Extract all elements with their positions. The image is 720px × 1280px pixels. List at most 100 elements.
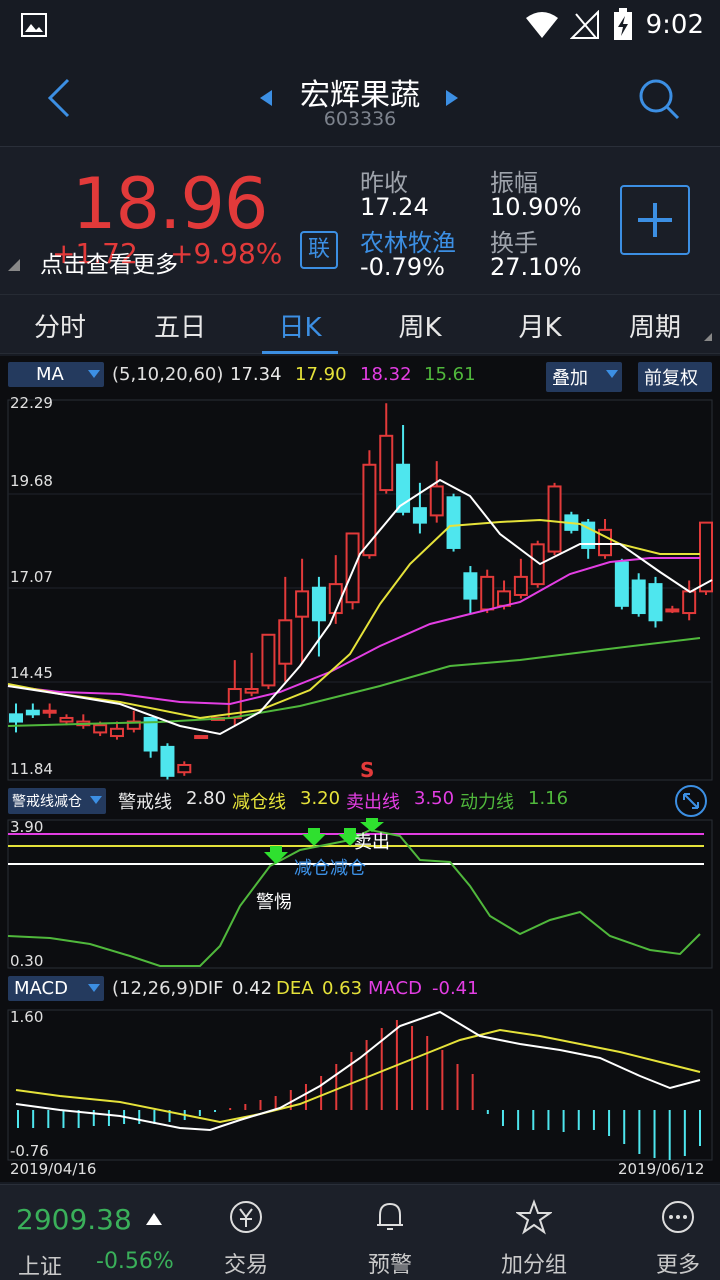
adjust-button[interactable]: 前复权 [638, 362, 712, 392]
overlay-dropdown-icon [606, 370, 618, 378]
sell-label: 卖出线 [346, 792, 400, 813]
macd-value: -0.41 [432, 978, 479, 999]
ma5-line [7, 478, 713, 736]
ma10-value: 17.90 [295, 364, 347, 385]
candlestick-chart[interactable] [0, 394, 720, 782]
candle-body [682, 590, 697, 615]
ma60-value: 15.61 [424, 364, 476, 385]
candle-body [42, 709, 57, 714]
candle-body [547, 485, 562, 553]
date-start: 2019/04/16 [10, 1160, 97, 1178]
overlay-button-label: 叠加 [552, 368, 588, 389]
power-label: 动力线 [460, 792, 514, 813]
macd-chart[interactable] [0, 1006, 720, 1162]
axis-label-top: 22.29 [10, 394, 53, 412]
tab-weekly-k[interactable]: 周K [370, 307, 470, 344]
reduce-note: 减仓减仓 [294, 858, 366, 879]
macd-dropdown-icon [88, 984, 100, 992]
status-time: 9:02 [645, 10, 704, 40]
candle-body [429, 485, 444, 517]
warn-selector-label: 警戒线减仓 [12, 794, 82, 810]
candle-body [497, 590, 512, 607]
tab-intraday[interactable]: 分时 [10, 307, 110, 344]
tab-daily-k[interactable]: 日K [250, 307, 350, 344]
candle-body [480, 575, 495, 611]
alert-button[interactable]: 预警 [340, 1199, 440, 1280]
date-end: 2019/06/12 [618, 1160, 705, 1178]
tab-period[interactable]: 周期 [605, 307, 705, 344]
axis-label-2: 19.68 [10, 472, 53, 490]
macd-histogram [17, 1020, 701, 1160]
candle-body [648, 583, 663, 622]
quote-panel[interactable]: 18.96 +1.72 +9.98% 点击查看更多 联 昨收 17.24 农林牧… [0, 146, 720, 294]
stock-code: 603336 [323, 108, 397, 130]
reduce-label: 减仓线 [232, 792, 286, 813]
ma-selector-label: MA [36, 364, 64, 385]
alert-label: 预警 [367, 1253, 412, 1278]
reduce-value: 3.20 [300, 788, 341, 809]
sell-signal: S [360, 758, 375, 782]
trade-button[interactable]: 交易 [196, 1199, 296, 1280]
candle-body [177, 763, 192, 774]
candle-body [463, 572, 478, 600]
next-stock-icon[interactable] [444, 88, 460, 108]
warn-value: 2.80 [186, 788, 227, 809]
overlay-tip[interactable]: 点击查看更多 [40, 245, 178, 279]
status-bar: 9:02 [0, 0, 720, 52]
trade-label: 交易 [223, 1253, 268, 1278]
ma-params: (5,10,20,60) [112, 364, 224, 385]
candle-body [9, 713, 23, 723]
candle-body [530, 543, 545, 586]
more-button[interactable]: 更多 [618, 1199, 718, 1280]
sell-note: 卖出 [354, 832, 390, 853]
chart-area[interactable]: MA (5,10,20,60) 17.34 17.90 18.32 15.61 … [0, 356, 720, 1182]
up-arrow-icon [146, 1213, 162, 1225]
add-watchlist-button[interactable] [620, 185, 690, 255]
period-tabs: 分时 五日 日K 周K 月K 周期 [0, 294, 720, 354]
turnover-value: 27.10% [490, 253, 582, 281]
candle-body [25, 709, 40, 716]
dropdown-arrow-icon [88, 370, 100, 378]
candle-body [295, 590, 310, 618]
index-value[interactable]: 2909.38 [16, 1203, 132, 1236]
image-notification-icon [21, 13, 47, 37]
dif-label: DIF [194, 978, 224, 999]
candle-body [446, 496, 461, 549]
current-price: 18.96 [72, 163, 268, 245]
candle-body [109, 727, 124, 738]
prev-close-value: 17.24 [360, 193, 429, 221]
candle-body [93, 724, 108, 734]
axis-label-3: 17.07 [10, 568, 53, 586]
tab-monthly-k[interactable]: 月K [490, 307, 590, 344]
star-icon [516, 1199, 552, 1235]
search-icon[interactable] [636, 76, 682, 122]
stock-header: 宏辉果蔬 603336 [0, 52, 720, 146]
candle-body [345, 532, 360, 604]
candle-body [631, 579, 646, 615]
warn-axis-bottom: 0.30 [10, 952, 44, 970]
period-corner-icon [704, 333, 712, 341]
tab-five-day[interactable]: 五日 [130, 307, 230, 344]
bottom-toolbar: 2909.38 上证 -0.56% 交易 预警 加分组 更多 [0, 1184, 720, 1280]
axis-label-4: 14.45 [10, 664, 53, 682]
power-value: 1.16 [528, 788, 569, 809]
macd-selector-label: MACD [14, 978, 68, 999]
index-change: -0.56% [96, 1249, 174, 1274]
ma5-value: 17.34 [230, 364, 282, 385]
bell-icon [377, 1202, 403, 1230]
candle-body [244, 688, 259, 694]
alert-note: 警惕 [256, 892, 292, 913]
yen-coin-icon [230, 1201, 262, 1233]
warn-dropdown-icon [90, 796, 102, 804]
link-badge[interactable]: 联 [300, 231, 338, 269]
dea-line [15, 1028, 701, 1124]
expand-icon[interactable] [674, 784, 708, 818]
add-group-button[interactable]: 加分组 [484, 1199, 584, 1280]
add-group-label: 加分组 [500, 1253, 567, 1278]
battery-charging-icon [614, 8, 632, 40]
candle-body [513, 575, 528, 596]
axis-label-bottom: 11.84 [10, 760, 53, 778]
price-change-pct: +9.98% [170, 237, 283, 270]
macd-axis-bottom: -0.76 [10, 1142, 49, 1160]
no-signal-icon [570, 10, 599, 39]
